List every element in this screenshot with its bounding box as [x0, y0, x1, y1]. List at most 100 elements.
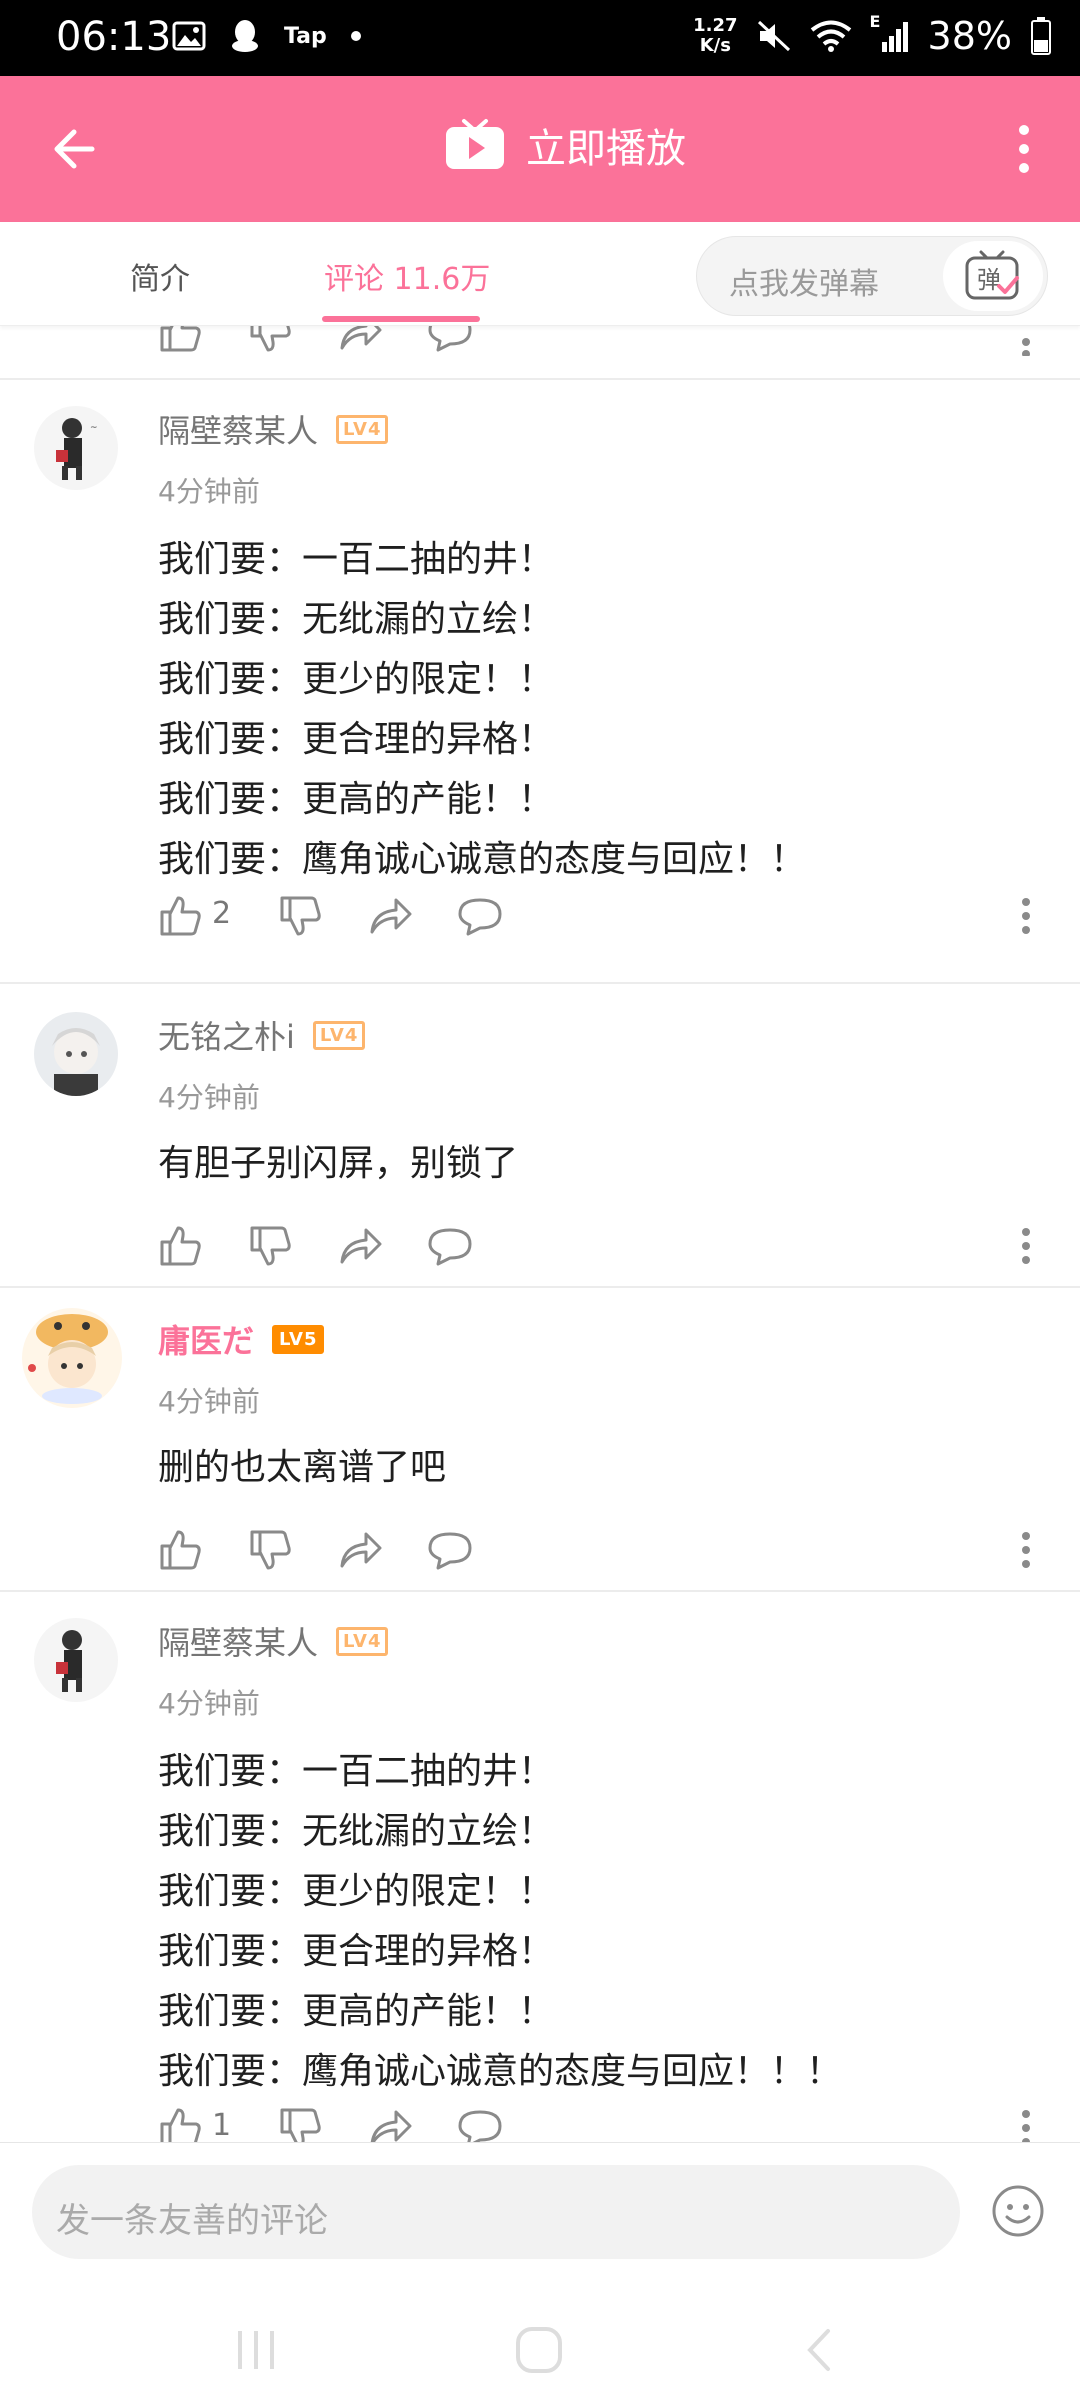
comment-more-icon[interactable]	[1016, 326, 1036, 356]
comment-item: ~ 隔壁蔡某人 LV4 4分钟前 我们要：一百二抽的井！ 我们要：无纰漏的立绘！…	[0, 380, 1080, 970]
comment-line: 我们要：更少的限定！！	[158, 1871, 555, 1912]
active-tab-indicator	[322, 316, 480, 322]
thumbs-up-icon[interactable]	[156, 2104, 204, 2142]
comment-list[interactable]: ~ 隔壁蔡某人 LV4 4分钟前 我们要：一百二抽的井！ 我们要：无纰漏的立绘！…	[0, 326, 1080, 2142]
gallery-icon	[172, 21, 206, 51]
more-options-button[interactable]	[1004, 116, 1044, 182]
comment-body[interactable]: 我们要：一百二抽的井！ 我们要：无纰漏的立绘！ 我们要：更少的限定！！ 我们要：…	[158, 530, 1038, 890]
notification-dot	[350, 31, 361, 41]
tap-label: Tap	[284, 23, 327, 49]
user-avatar-image	[34, 1012, 118, 1096]
cellular-signal: E	[870, 12, 910, 54]
thumbs-up-icon[interactable]	[156, 326, 204, 356]
comment-actions	[156, 1520, 1046, 1580]
network-speed-value: 1.27	[693, 15, 738, 36]
danmaku-tv-icon: 弹	[965, 250, 1019, 300]
battery-percent: 38%	[927, 14, 1012, 58]
danmaku-placeholder: 点我发弹幕	[729, 267, 879, 302]
status-notification-icons: Tap	[172, 18, 361, 54]
share-icon[interactable]	[366, 2104, 414, 2142]
danmaku-icon-label: 弹	[977, 266, 1001, 294]
user-avatar-image: ~	[34, 406, 118, 490]
level-badge: LV4	[336, 1626, 389, 1656]
share-icon[interactable]	[336, 1222, 384, 1270]
tv-play-icon	[446, 119, 504, 169]
avatar[interactable]	[34, 1618, 118, 1702]
thumbs-down-icon[interactable]	[246, 1222, 294, 1270]
user-row: 隔壁蔡某人 LV4	[158, 406, 389, 452]
like-count: 1	[212, 2108, 232, 2142]
comment-line: 有胆子别闪屏，别锁了	[158, 1143, 519, 1184]
share-icon[interactable]	[366, 892, 414, 940]
thumbs-down-icon[interactable]	[246, 326, 294, 356]
comment-more-icon[interactable]	[1016, 1526, 1036, 1574]
status-time: 06:13	[56, 14, 172, 60]
reply-icon[interactable]	[426, 326, 474, 356]
tab-intro[interactable]: 简介	[130, 254, 190, 298]
comment-line: 我们要：一百二抽的井！	[158, 1751, 555, 1792]
level-badge: LV4	[336, 414, 389, 444]
danmaku-input[interactable]: 点我发弹幕 弹	[696, 236, 1048, 316]
comment-input-placeholder: 发一条友善的评论	[56, 2201, 328, 2241]
comment-body[interactable]: 有胆子别闪屏，别锁了	[158, 1134, 1038, 1194]
thumbs-down-icon[interactable]	[276, 2104, 324, 2142]
reply-icon[interactable]	[456, 2104, 504, 2142]
user-row: 无铭之朴i LV4	[158, 1012, 366, 1058]
comment-more-icon[interactable]	[1016, 2104, 1036, 2142]
share-icon[interactable]	[336, 1526, 384, 1574]
comment-line: 我们要：鹰角诚心诚意的态度与回应！！	[158, 839, 807, 880]
emoji-icon[interactable]	[990, 2183, 1046, 2239]
username[interactable]: 隔壁蔡某人	[158, 406, 318, 452]
comment-compose-bar: 发一条友善的评论	[0, 2142, 1080, 2400]
system-navigation-bar	[0, 2303, 1080, 2400]
more-vertical-icon	[1019, 125, 1029, 173]
thumbs-up-icon[interactable]	[156, 892, 204, 940]
home-icon[interactable]	[514, 2325, 564, 2375]
comment-line: 我们要：无纰漏的立绘！	[158, 1811, 555, 1852]
comment-line: 我们要：一百二抽的井！	[158, 539, 555, 580]
comment-item: 庸医だ LV5 4分钟前 删的也太离谱了吧	[0, 1288, 1080, 1588]
comment-line: 我们要：更合理的异格！	[158, 1931, 555, 1972]
thumbs-up-icon[interactable]	[156, 1222, 204, 1270]
reply-icon[interactable]	[426, 1222, 474, 1270]
user-row: 庸医だ LV5	[158, 1316, 325, 1362]
thumbs-up-icon[interactable]	[156, 1526, 204, 1574]
thumbs-down-icon[interactable]	[276, 892, 324, 940]
comment-line: 我们要：无纰漏的立绘！	[158, 599, 555, 640]
share-icon[interactable]	[336, 326, 384, 356]
tab-comments[interactable]: 评论 11.6万	[324, 254, 490, 298]
comment-actions: 2	[156, 886, 1046, 946]
comment-line: 我们要：更高的产能！！	[158, 779, 555, 820]
back-nav-icon[interactable]	[796, 2325, 846, 2375]
user-avatar-image	[34, 1618, 118, 1702]
comment-item: 隔壁蔡某人 LV4 4分钟前 我们要：一百二抽的井！ 我们要：无纰漏的立绘！ 我…	[0, 1592, 1080, 2142]
wifi-icon	[810, 20, 851, 52]
comment-more-icon[interactable]	[1016, 892, 1036, 940]
play-now-button[interactable]: 立即播放	[444, 116, 686, 174]
comment-input[interactable]: 发一条友善的评论	[32, 2165, 960, 2259]
comment-body[interactable]: 删的也太离谱了吧	[158, 1438, 1038, 1498]
comment-more-icon[interactable]	[1016, 1222, 1036, 1270]
reply-icon[interactable]	[456, 892, 504, 940]
video-tabs: 简介 评论 11.6万 点我发弹幕 弹	[0, 222, 1080, 326]
avatar[interactable]	[34, 1012, 118, 1096]
thumbs-down-icon[interactable]	[246, 1526, 294, 1574]
danmaku-toggle-button[interactable]: 弹	[943, 241, 1043, 311]
level-badge: LV5	[272, 1324, 325, 1354]
username[interactable]: 无铭之朴i	[158, 1012, 295, 1058]
avatar[interactable]: ~	[34, 406, 118, 490]
username[interactable]: 隔壁蔡某人	[158, 1618, 318, 1664]
user-row: 隔壁蔡某人 LV4	[158, 1618, 389, 1664]
comment-line: 我们要：鹰角诚心诚意的态度与回应！！！	[158, 2051, 843, 2092]
comment-time: 4分钟前	[158, 1687, 260, 1720]
svg-text:~: ~	[90, 423, 98, 433]
mute-icon	[757, 20, 790, 52]
reply-icon[interactable]	[426, 1526, 474, 1574]
back-button[interactable]	[44, 116, 110, 182]
username[interactable]: 庸医だ	[158, 1316, 254, 1362]
comment-body[interactable]: 我们要：一百二抽的井！ 我们要：无纰漏的立绘！ 我们要：更少的限定！！ 我们要：…	[158, 1742, 1038, 2102]
avatar[interactable]	[22, 1308, 122, 1408]
status-bar: 06:13 Tap 1.27 K/s E 38%	[0, 0, 1080, 76]
top-app-bar: 立即播放	[0, 76, 1080, 222]
recent-apps-icon[interactable]	[232, 2325, 282, 2375]
